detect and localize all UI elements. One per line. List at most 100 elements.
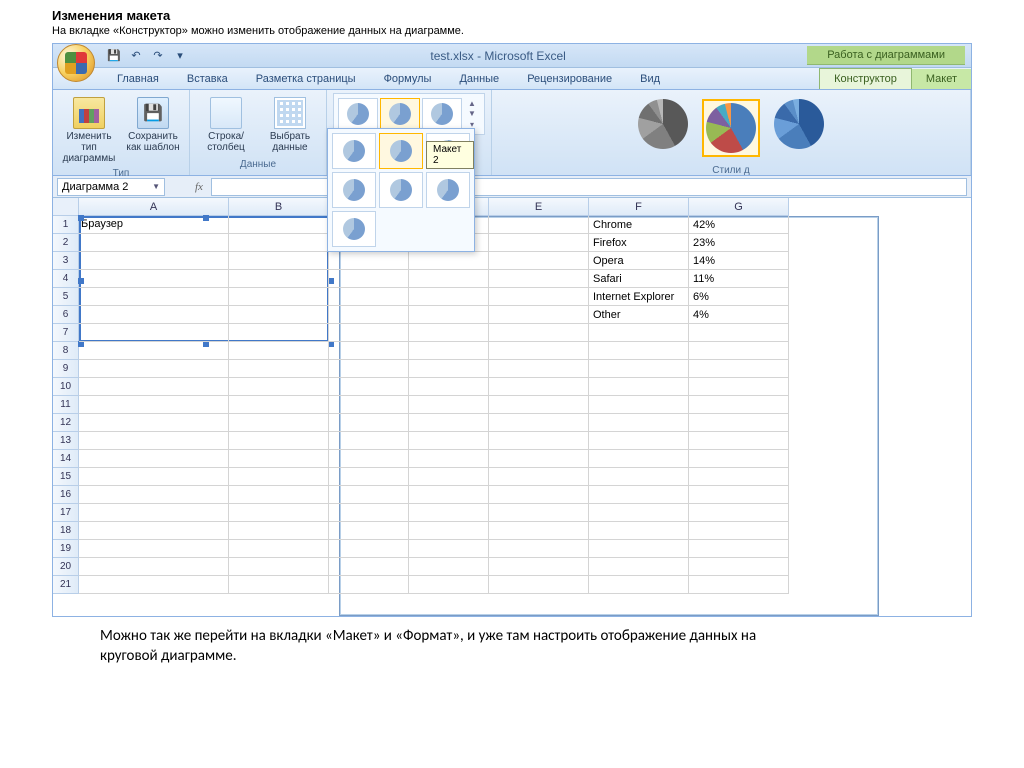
cell[interactable]: Firefox <box>589 234 689 252</box>
cell[interactable] <box>229 432 329 450</box>
undo-icon[interactable]: ↶ <box>127 47 145 65</box>
row-header-18[interactable]: 18 <box>53 522 79 540</box>
cell[interactable] <box>409 558 489 576</box>
save-icon[interactable]: 💾 <box>105 47 123 65</box>
switch-row-col-button[interactable]: Строка/столбец <box>196 95 256 155</box>
cell[interactable] <box>229 306 329 324</box>
cell[interactable] <box>589 360 689 378</box>
cells-area[interactable]: Браузер Процент Chrome42%Firefox23%Opera… <box>79 216 969 616</box>
cell[interactable] <box>329 504 409 522</box>
cell[interactable] <box>589 558 689 576</box>
cell[interactable] <box>689 342 789 360</box>
cell[interactable] <box>589 342 689 360</box>
cell[interactable] <box>589 396 689 414</box>
row-header-4[interactable]: 4 <box>53 270 79 288</box>
cell[interactable] <box>489 576 589 594</box>
cell[interactable] <box>489 396 589 414</box>
row-header-13[interactable]: 13 <box>53 432 79 450</box>
cell[interactable] <box>229 486 329 504</box>
layout-thumb-1[interactable] <box>338 98 378 130</box>
cell[interactable] <box>409 288 489 306</box>
row-header-7[interactable]: 7 <box>53 324 79 342</box>
tab-data[interactable]: Данные <box>445 69 513 89</box>
cell[interactable] <box>79 270 229 288</box>
name-box-dropdown-icon[interactable]: ▼ <box>152 182 160 191</box>
cell[interactable] <box>79 252 229 270</box>
row-header-1[interactable]: 1 <box>53 216 79 234</box>
cell[interactable] <box>329 378 409 396</box>
row-header-19[interactable]: 19 <box>53 540 79 558</box>
cell[interactable] <box>689 378 789 396</box>
fx-icon[interactable]: fx <box>195 181 203 193</box>
cell[interactable] <box>409 432 489 450</box>
cell[interactable] <box>79 432 229 450</box>
row-header-3[interactable]: 3 <box>53 252 79 270</box>
col-header-A[interactable]: A <box>79 198 229 216</box>
cell[interactable] <box>489 306 589 324</box>
cell[interactable] <box>689 558 789 576</box>
cell[interactable]: 42% <box>689 216 789 234</box>
cell[interactable] <box>79 324 229 342</box>
tab-home[interactable]: Главная <box>103 69 173 89</box>
cell[interactable]: 14% <box>689 252 789 270</box>
layout-option-2[interactable] <box>379 133 423 169</box>
cell[interactable] <box>689 504 789 522</box>
cell[interactable] <box>589 432 689 450</box>
cell[interactable] <box>489 378 589 396</box>
cell[interactable] <box>409 414 489 432</box>
cell[interactable] <box>79 288 229 306</box>
cell[interactable] <box>409 468 489 486</box>
cell[interactable] <box>329 360 409 378</box>
cell[interactable] <box>409 486 489 504</box>
cell[interactable]: 6% <box>689 288 789 306</box>
cell[interactable] <box>79 576 229 594</box>
cell[interactable] <box>589 486 689 504</box>
cell[interactable] <box>229 504 329 522</box>
cell[interactable] <box>409 252 489 270</box>
cell[interactable] <box>489 450 589 468</box>
row-header-2[interactable]: 2 <box>53 234 79 252</box>
tab-layout[interactable]: Макет <box>912 69 971 89</box>
row-header-15[interactable]: 15 <box>53 468 79 486</box>
cell[interactable] <box>79 558 229 576</box>
cell[interactable] <box>229 540 329 558</box>
cell[interactable] <box>689 360 789 378</box>
cell[interactable] <box>689 432 789 450</box>
cell[interactable] <box>329 432 409 450</box>
cell[interactable] <box>329 450 409 468</box>
row-header-8[interactable]: 8 <box>53 342 79 360</box>
tab-design[interactable]: Конструктор <box>819 68 912 89</box>
cell[interactable] <box>79 504 229 522</box>
cell[interactable] <box>329 414 409 432</box>
gallery-up-icon[interactable]: ▲ <box>464 99 480 108</box>
cell[interactable] <box>689 414 789 432</box>
cell[interactable] <box>409 360 489 378</box>
cell[interactable] <box>329 306 409 324</box>
cell[interactable] <box>329 486 409 504</box>
cell[interactable] <box>589 378 689 396</box>
cell[interactable] <box>229 252 329 270</box>
redo-icon[interactable]: ↷ <box>149 47 167 65</box>
col-header-E[interactable]: E <box>489 198 589 216</box>
cell[interactable]: Other <box>589 306 689 324</box>
cell[interactable] <box>489 270 589 288</box>
cell[interactable] <box>229 216 329 234</box>
cell[interactable] <box>689 540 789 558</box>
cell[interactable] <box>79 234 229 252</box>
row-header-5[interactable]: 5 <box>53 288 79 306</box>
tab-view[interactable]: Вид <box>626 69 674 89</box>
cell[interactable] <box>409 378 489 396</box>
cell[interactable] <box>229 558 329 576</box>
cell[interactable] <box>689 576 789 594</box>
layout-thumb-3[interactable] <box>422 98 462 130</box>
cell[interactable] <box>489 324 589 342</box>
tab-formulas[interactable]: Формулы <box>370 69 446 89</box>
cell[interactable] <box>489 468 589 486</box>
cell[interactable] <box>229 396 329 414</box>
cell[interactable] <box>689 468 789 486</box>
cell[interactable] <box>409 540 489 558</box>
cell[interactable] <box>79 540 229 558</box>
row-header-16[interactable]: 16 <box>53 486 79 504</box>
cell[interactable] <box>329 540 409 558</box>
cell[interactable] <box>489 558 589 576</box>
